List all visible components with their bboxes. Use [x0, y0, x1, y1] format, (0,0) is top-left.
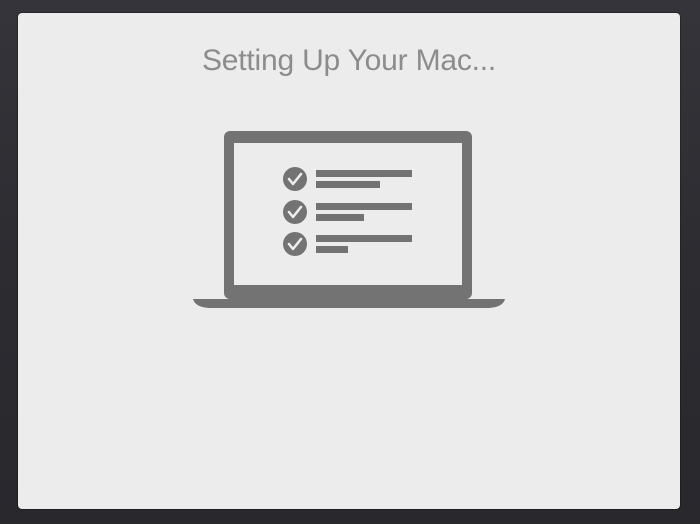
page-title: Setting Up Your Mac...	[201, 44, 497, 77]
checklist-line-long	[316, 235, 412, 242]
checkmark-circle-icon	[283, 167, 307, 191]
checklist-line-long	[316, 170, 412, 177]
desktop-background: Setting Up Your Mac...	[0, 0, 700, 524]
checklist-line-long	[316, 203, 412, 210]
laptop-base	[193, 299, 505, 308]
checklist-line-short	[316, 246, 348, 253]
setup-panel: Setting Up Your Mac...	[18, 13, 680, 509]
checklist-line-short	[316, 214, 364, 221]
checkmark-circle-icon	[283, 232, 307, 256]
laptop-checklist-icon	[193, 131, 505, 308]
checkmark-circle-icon	[283, 200, 307, 224]
checklist-line-short	[316, 181, 380, 188]
